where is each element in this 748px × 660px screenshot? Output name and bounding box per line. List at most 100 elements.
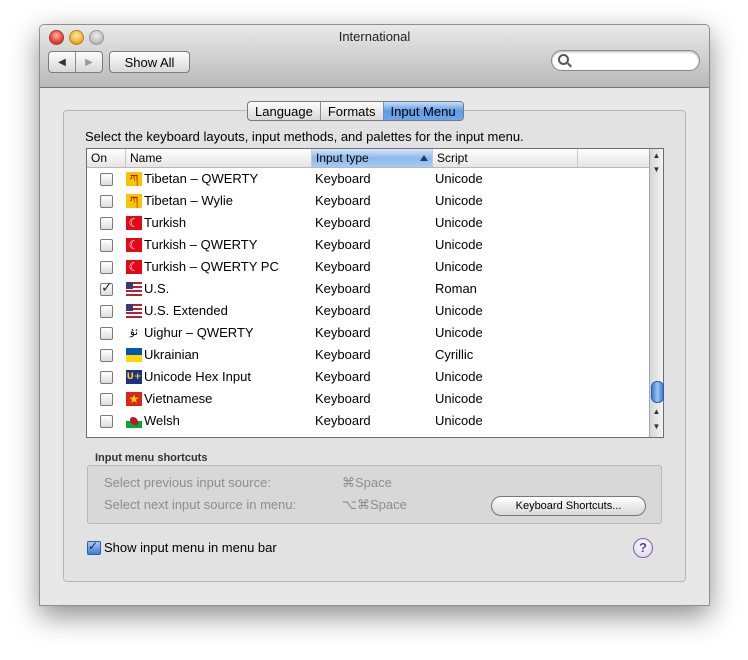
back-forward-control: ◀ ▶ [48, 51, 103, 73]
row-enabled-checkbox[interactable] [100, 305, 113, 318]
show-input-menu-label: Show input menu in menu bar [104, 540, 277, 555]
row-input-type: Keyboard [315, 281, 371, 296]
row-enabled-checkbox[interactable] [100, 280, 113, 296]
prev-source-key: ⌘Space [342, 475, 392, 490]
tab-language[interactable]: Language [248, 102, 320, 120]
row-enabled-checkbox[interactable] [100, 415, 113, 428]
row-script: Unicode [435, 391, 483, 406]
scroll-thumb[interactable] [651, 381, 664, 403]
row-input-type: Keyboard [315, 193, 371, 208]
turkey-flag-icon: ☾ [126, 260, 142, 274]
help-button[interactable]: ? [633, 538, 653, 558]
row-script: Unicode [435, 215, 483, 230]
titlebar: International ◀ ▶ Show All [40, 25, 709, 88]
input-sources-table: On Name Input type Script ཀ Tibetan – QWE… [86, 148, 664, 438]
row-input-type: Keyboard [315, 171, 371, 186]
table-row[interactable]: U+ Unicode Hex Input Keyboard Unicode [87, 366, 649, 388]
row-input-type: Keyboard [315, 303, 371, 318]
shortcuts-section-label: Input menu shortcuts [95, 452, 208, 464]
table-row[interactable]: Welsh Keyboard Unicode [87, 410, 649, 432]
us-flag-canton [126, 282, 133, 289]
row-name: Unicode Hex Input [144, 369, 251, 384]
table-row[interactable]: Ukrainian Keyboard Cyrillic [87, 344, 649, 366]
preferences-window: International ◀ ▶ Show All Language Form… [39, 24, 710, 606]
row-name: Tibetan – Wylie [144, 193, 233, 208]
forward-button[interactable]: ▶ [75, 52, 102, 72]
row-name: Turkish – QWERTY PC [144, 259, 279, 274]
search-input[interactable] [574, 52, 696, 70]
table-body: ཀ Tibetan – QWERTY Keyboard Unicode ཀ Tibetan… [87, 168, 649, 437]
column-header-script[interactable]: Script [433, 149, 578, 167]
column-header-on[interactable]: On [87, 149, 126, 167]
column-header-input-type-label: Input type [316, 151, 369, 165]
vietnam-flag-icon: ★ [126, 392, 142, 406]
row-enabled-checkbox[interactable] [100, 261, 113, 274]
column-header-filler [578, 149, 649, 167]
row-name: Turkish [144, 215, 187, 230]
table-row[interactable]: ☾ Turkish – QWERTY PC Keyboard Unicode [87, 256, 649, 278]
show-input-menu-checkbox[interactable] [87, 539, 101, 555]
tab-formats[interactable]: Formats [319, 102, 383, 120]
row-script: Roman [435, 281, 477, 296]
row-script: Unicode [435, 413, 483, 428]
row-input-type: Keyboard [315, 259, 371, 274]
search-field[interactable] [551, 50, 700, 71]
dragon-shape [130, 417, 138, 425]
turkey-flag-icon: ☾ [126, 216, 142, 230]
vertical-scrollbar[interactable]: ▲ ▼ ▲ ▼ [649, 149, 664, 437]
us-flag-icon [126, 282, 142, 296]
prev-source-label: Select previous input source: [104, 475, 271, 490]
column-header-name[interactable]: Name [126, 149, 312, 167]
row-enabled-checkbox[interactable] [100, 217, 113, 230]
row-input-type: Keyboard [315, 237, 371, 252]
row-input-type: Keyboard [315, 391, 371, 406]
tibetan-icon: ཀ [126, 172, 142, 186]
row-name: Turkish – QWERTY [144, 237, 258, 252]
row-enabled-checkbox[interactable] [100, 327, 113, 340]
turkey-flag-icon: ☾ [126, 238, 142, 252]
table-row[interactable]: ཀ Tibetan – QWERTY Keyboard Unicode [87, 168, 649, 190]
row-input-type: Keyboard [315, 413, 371, 428]
table-row[interactable]: ☾ Turkish – QWERTY Keyboard Unicode [87, 234, 649, 256]
row-enabled-checkbox[interactable] [100, 393, 113, 406]
column-header-input-type[interactable]: Input type [312, 149, 433, 167]
uighur-icon: ئۇ [130, 327, 138, 338]
row-name: U.S. [144, 281, 170, 296]
show-all-button[interactable]: Show All [109, 51, 190, 73]
scroll-up-arrow-bottom-icon[interactable]: ▲ [652, 407, 661, 417]
instructions-text: Select the keyboard layouts, input metho… [85, 129, 524, 144]
table-row[interactable]: ئۇ Uighur – QWERTY Keyboard Unicode [87, 322, 649, 344]
back-button[interactable]: ◀ [49, 52, 75, 72]
row-input-type: Keyboard [315, 369, 371, 384]
window-title: International [338, 29, 411, 44]
table-row[interactable]: U.S. Keyboard Roman [87, 278, 649, 300]
row-script: Unicode [435, 369, 483, 384]
row-script: Unicode [435, 325, 483, 340]
row-script: Unicode [435, 171, 483, 186]
tibetan-icon: ཀ [126, 194, 142, 208]
row-input-type: Keyboard [315, 325, 371, 340]
scroll-up-arrow-icon[interactable]: ▲ [652, 151, 661, 161]
keyboard-shortcuts-button[interactable]: Keyboard Shortcuts... [491, 496, 646, 516]
row-input-type: Keyboard [315, 347, 371, 362]
row-enabled-checkbox[interactable] [100, 173, 113, 186]
unicode-hex-icon: U+ [126, 370, 142, 384]
row-enabled-checkbox[interactable] [100, 239, 113, 252]
row-name: Tibetan – QWERTY [144, 171, 259, 186]
scroll-down-arrow-icon[interactable]: ▼ [652, 165, 661, 175]
row-name: Ukrainian [144, 347, 199, 362]
row-script: Unicode [435, 237, 483, 252]
row-enabled-checkbox[interactable] [100, 349, 113, 362]
scroll-down-arrow-bottom-icon[interactable]: ▼ [652, 422, 661, 432]
table-row[interactable]: ☾ Turkish Keyboard Unicode [87, 212, 649, 234]
tab-bar: Language Formats Input Menu [247, 101, 464, 121]
row-enabled-checkbox[interactable] [100, 195, 113, 208]
row-script: Unicode [435, 303, 483, 318]
tab-input-menu[interactable]: Input Menu [382, 102, 463, 120]
row-enabled-checkbox[interactable] [100, 371, 113, 384]
table-row[interactable]: U.S. Extended Keyboard Unicode [87, 300, 649, 322]
row-script: Unicode [435, 193, 483, 208]
table-row[interactable]: ཀ Tibetan – Wylie Keyboard Unicode [87, 190, 649, 212]
table-row[interactable]: ★ Vietnamese Keyboard Unicode [87, 388, 649, 410]
row-name: Vietnamese [144, 391, 213, 406]
